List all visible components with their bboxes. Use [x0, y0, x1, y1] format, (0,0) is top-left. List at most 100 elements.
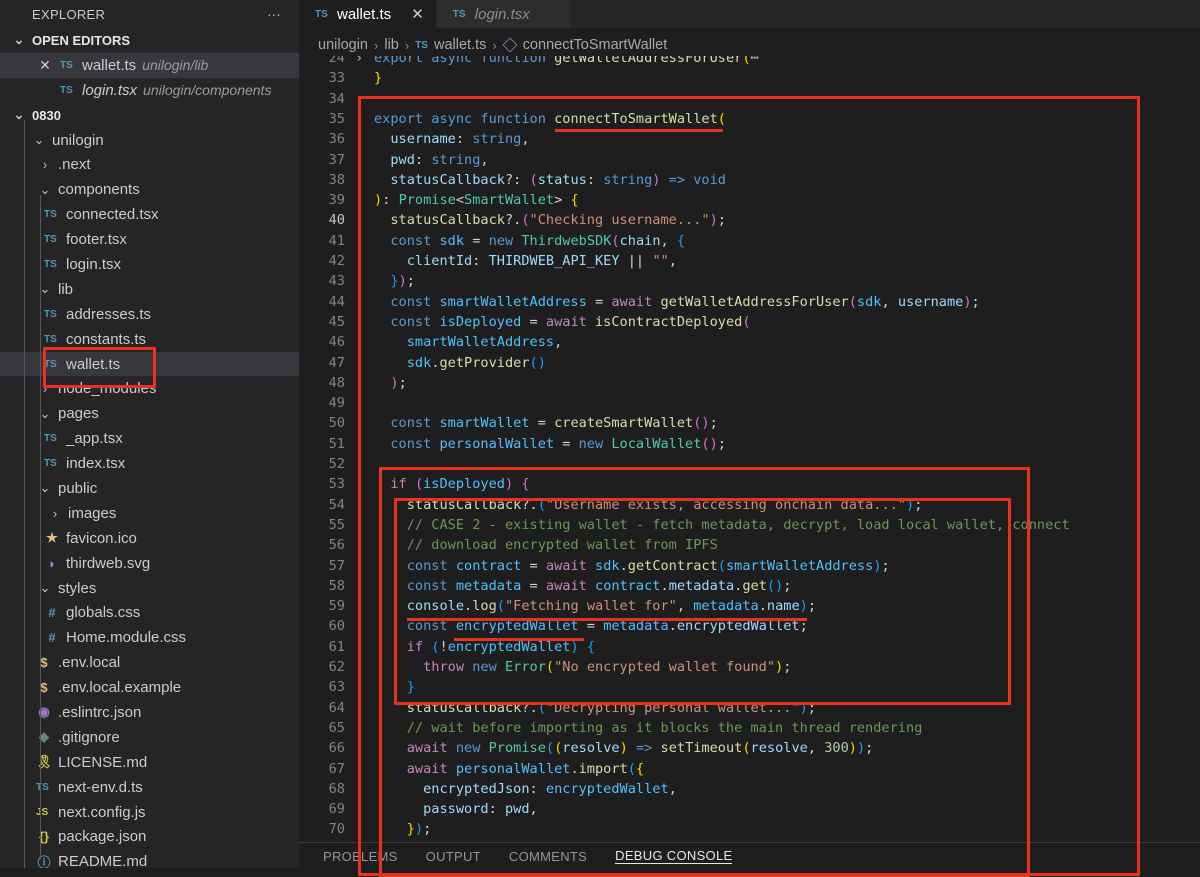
tab-output[interactable]: OUTPUT — [426, 849, 481, 864]
code-line[interactable]: 43 }); — [299, 271, 1200, 291]
code-line[interactable]: 33} — [299, 68, 1200, 88]
code-line[interactable]: 60 const encryptedWallet = metadata.encr… — [299, 616, 1200, 636]
code-line[interactable]: 68 encryptedJson: encryptedWallet, — [299, 779, 1200, 799]
code-line[interactable]: 51 const personalWallet = new LocalWalle… — [299, 434, 1200, 454]
code-line[interactable]: 69 password: pwd, — [299, 799, 1200, 819]
tree-item-connected-tsx[interactable]: TS connected.tsx — [0, 202, 299, 227]
tree-item-public[interactable]: ⌄ public — [0, 476, 299, 501]
tree-item-home-module-css[interactable]: # Home.module.css — [0, 625, 299, 650]
tree-item-gitignore[interactable]: ◆ .gitignore — [0, 725, 299, 750]
code-line[interactable]: 45 const isDeployed = await isContractDe… — [299, 312, 1200, 332]
code-line[interactable]: 39): Promise<SmartWallet> { — [299, 190, 1200, 210]
tree-item-login-tsx[interactable]: TS login.tsx — [0, 252, 299, 277]
tree-item-index-tsx[interactable]: TS index.tsx — [0, 451, 299, 476]
editor-tabs: TS wallet.ts ✕ TS login.tsx — [299, 0, 1200, 28]
tree-item-next-env-d-ts[interactable]: TS next-env.d.ts — [0, 775, 299, 800]
fold-chevron-icon[interactable]: › — [355, 56, 363, 68]
tab-wallet-ts[interactable]: TS wallet.ts ✕ — [299, 0, 437, 28]
code-line[interactable]: 35 export async function connectToSmartWa… — [299, 109, 1200, 129]
code-line[interactable]: 37 pwd: string, — [299, 150, 1200, 170]
tree-item-license-md[interactable]: 🎗 LICENSE.md — [0, 750, 299, 775]
tree-item-favicon-ico[interactable]: ★ favicon.ico — [0, 526, 299, 551]
line-number: 66 — [328, 740, 345, 757]
line-number: 45 — [328, 313, 345, 330]
line-number: 61 — [328, 638, 345, 655]
code-line[interactable]: 42 clientId: THIRDWEB_API_KEY || "", — [299, 251, 1200, 271]
tree-item-app-tsx[interactable]: TS _app.tsx — [0, 426, 299, 451]
code-line[interactable]: 59 console.log("Fetching wallet for", me… — [299, 596, 1200, 616]
tree-item-label: login.tsx — [66, 255, 122, 273]
tree-item-constants-ts[interactable]: TS constants.ts — [0, 327, 299, 352]
code-line[interactable]: 50 const smartWallet = createSmartWallet… — [299, 413, 1200, 433]
more-actions-icon[interactable]: ··· — [267, 7, 281, 22]
breadcrumb-item[interactable]: wallet.ts — [434, 37, 486, 53]
code-line[interactable]: 34 — [299, 89, 1200, 109]
code-line[interactable]: 36 username: string, — [299, 129, 1200, 149]
tree-item-unilogin[interactable]: ⌄ unilogin — [0, 128, 299, 153]
tab-comments[interactable]: COMMENTS — [509, 849, 587, 864]
code-line[interactable]: 47 sdk.getProvider() — [299, 353, 1200, 373]
code-line[interactable]: 61 if (!encryptedWallet) { — [299, 637, 1200, 657]
code-editor[interactable]: › 24 export async function getWalletAddres… — [299, 56, 1200, 842]
tree-item-next[interactable]: › .next — [0, 152, 299, 177]
code-line[interactable]: 46 smartWalletAddress, — [299, 332, 1200, 352]
tree-item-package-json[interactable]: {} package.json — [0, 825, 299, 850]
close-icon[interactable]: ✕ — [38, 57, 52, 74]
close-icon[interactable]: ✕ — [411, 5, 424, 23]
tree-item-readme-md[interactable]: ⓘ README.md — [0, 849, 299, 868]
tree-item-images[interactable]: › images — [0, 501, 299, 526]
code-line[interactable]: 40 statusCallback?.("Checking username..… — [299, 210, 1200, 230]
code-line[interactable]: 56 // download encrypted wallet from IPF… — [299, 535, 1200, 555]
code-line[interactable]: 57 const contract = await sdk.getContrac… — [299, 556, 1200, 576]
code-line[interactable]: 64 statusCallback?.("Decrypting personal… — [299, 698, 1200, 718]
code-line[interactable]: 49 — [299, 393, 1200, 413]
tree-item-env-local[interactable]: $ .env.local — [0, 650, 299, 675]
tree-item-wallet-ts[interactable]: TS wallet.ts — [0, 351, 299, 377]
tree-item-label: pages — [58, 405, 99, 423]
code-line[interactable]: 38 statusCallback?: (status: string) => … — [299, 170, 1200, 190]
tree-item-label: favicon.ico — [66, 529, 137, 547]
tree-item-lib[interactable]: ⌄ lib — [0, 277, 299, 302]
tree-item-env-local-example[interactable]: $ .env.local.example — [0, 675, 299, 700]
code-line[interactable]: 48 ); — [299, 373, 1200, 393]
code-line[interactable]: 41 const sdk = new ThirdwebSDK(chain, { — [299, 231, 1200, 251]
code-text: clientId: THIRDWEB_API_KEY || "", — [406, 253, 677, 269]
code-line[interactable]: 53 if (isDeployed) { — [299, 474, 1200, 494]
breadcrumb-item[interactable]: lib — [384, 37, 399, 53]
tree-item-addresses-ts[interactable]: TS addresses.ts — [0, 302, 299, 327]
code-line[interactable]: 62 throw new Error("No encrypted wallet … — [299, 657, 1200, 677]
breadcrumb-item[interactable]: unilogin — [318, 37, 368, 53]
tree-item-next-config-js[interactable]: JS next.config.js — [0, 800, 299, 825]
open-editor-wallet-ts[interactable]: ✕ TS wallet.ts unilogin/lib — [0, 52, 299, 78]
code-line[interactable]: 70 }); — [299, 819, 1200, 839]
explorer-header: EXPLORER ··· — [0, 0, 299, 28]
tree-item-eslintrc-json[interactable]: ◉ .eslintrc.json — [0, 700, 299, 725]
code-line[interactable]: 65 // wait before importing as it blocks… — [299, 718, 1200, 738]
code-line[interactable]: 55 // CASE 2 - existing wallet - fetch m… — [299, 515, 1200, 535]
tree-item-footer-tsx[interactable]: TS footer.tsx — [0, 227, 299, 252]
code-line[interactable]: 44 const smartWalletAddress = await getW… — [299, 292, 1200, 312]
tree-item-thirdweb-svg[interactable]: ◗ thirdweb.svg — [0, 551, 299, 576]
code-line[interactable]: 52 — [299, 454, 1200, 474]
code-line[interactable]: 63 } — [299, 677, 1200, 697]
tree-item-node-modules[interactable]: › node_modules — [0, 376, 299, 401]
code-line[interactable]: › 24 export async function getWalletAddres… — [299, 56, 1200, 68]
code-line[interactable]: 67 await personalWallet.import({ — [299, 759, 1200, 779]
tree-item-pages[interactable]: ⌄ pages — [0, 401, 299, 426]
tab-login-tsx[interactable]: TS login.tsx — [436, 0, 571, 28]
section-workspace[interactable]: ⌄ 0830 — [0, 103, 299, 128]
section-open-editors[interactable]: ⌄ OPEN EDITORS — [0, 28, 299, 53]
open-editor-login-tsx[interactable]: TS login.tsx unilogin/components — [0, 78, 299, 103]
tree-item-label: footer.tsx — [66, 231, 127, 249]
tree-item-styles[interactable]: ⌄ styles — [0, 576, 299, 601]
tree-item-label: .env.local — [58, 654, 121, 672]
line-number: 59 — [328, 598, 345, 615]
tree-item-globals-css[interactable]: # globals.css — [0, 600, 299, 625]
tab-debug-console[interactable]: DEBUG CONSOLE — [615, 848, 733, 864]
tab-problems[interactable]: PROBLEMS — [323, 849, 398, 864]
tree-item-components[interactable]: ⌄ components — [0, 177, 299, 202]
code-line[interactable]: 54 statusCallback?.("Username exists, ac… — [299, 495, 1200, 515]
breadcrumb-item[interactable]: connectToSmartWallet — [523, 37, 668, 53]
code-line[interactable]: 66 await new Promise((resolve) => setTim… — [299, 738, 1200, 758]
code-line[interactable]: 58 const metadata = await contract.metad… — [299, 576, 1200, 596]
